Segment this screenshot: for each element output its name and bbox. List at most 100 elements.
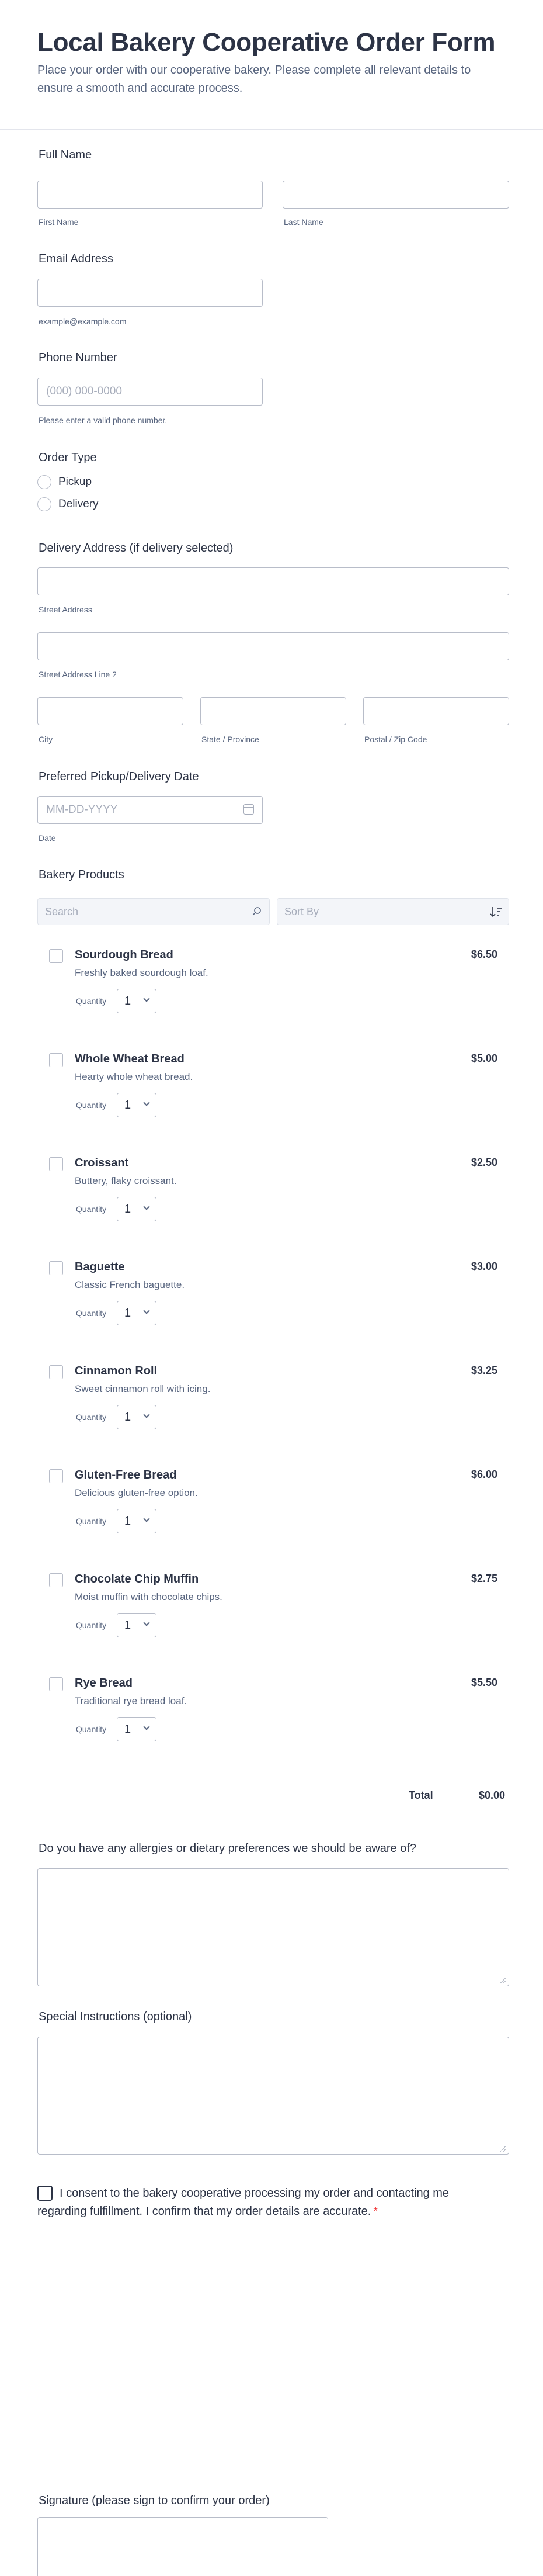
quantity-select[interactable]: 1 [117,1405,156,1429]
quantity-select[interactable]: 1 [117,1613,156,1637]
zip-input[interactable] [363,697,509,725]
state-sublabel: State / Province [201,735,259,744]
quantity-value: 1 [124,995,131,1007]
search-icon [252,907,261,916]
email-input[interactable] [37,279,263,307]
quantity-label: Quantity [76,1204,107,1214]
product-description: Classic French baguette. [75,1279,185,1290]
product-name: Croissant [75,1157,129,1169]
product-item: Baguette Classic French baguette. $3.00 … [37,1244,509,1348]
quantity-label: Quantity [76,1621,107,1630]
quantity-value: 1 [124,1411,131,1424]
radio-delivery[interactable] [37,497,51,511]
order-type-delivery[interactable]: Delivery [37,497,99,511]
signature-pad[interactable] [37,2517,328,2576]
product-description: Hearty whole wheat bread. [75,1071,193,1082]
product-name: Chocolate Chip Muffin [75,1573,199,1585]
product-name: Rye Bread [75,1677,133,1689]
product-checkbox[interactable] [49,1365,63,1379]
order-type-pickup[interactable]: Pickup [37,475,92,489]
quantity-label: Quantity [76,1308,107,1318]
phone-input[interactable]: (000) 000-0000 [37,378,263,406]
product-description: Traditional rye bread loaf. [75,1695,187,1706]
product-price: $2.75 [471,1573,497,1584]
date-label: Preferred Pickup/Delivery Date [39,770,199,783]
chevron-down-icon [143,1515,150,1522]
consent-label: I consent to the bakery cooperative proc… [37,2187,450,2218]
product-name: Baguette [75,1261,125,1273]
state-input[interactable] [200,697,346,725]
product-price: $3.00 [471,1261,497,1272]
quantity-value: 1 [124,1203,131,1216]
product-description: Freshly baked sourdough loaf. [75,967,208,978]
last-name-sublabel: Last Name [284,217,323,227]
resize-handle-icon[interactable] [500,2146,506,2152]
quantity-select[interactable]: 1 [117,1301,156,1325]
product-description: Moist muffin with chocolate chips. [75,1591,222,1602]
pickup-label: Pickup [58,476,92,488]
street2-input[interactable] [37,632,509,660]
quantity-value: 1 [124,1307,131,1320]
chevron-down-icon [143,1723,150,1730]
instructions-textarea[interactable] [37,2037,509,2155]
delivery-label: Delivery [58,498,99,510]
resize-handle-icon[interactable] [500,1978,506,1983]
quantity-label: Quantity [76,1412,107,1422]
quantity-select[interactable]: 1 [117,989,156,1013]
product-sort-select[interactable]: Sort By [277,898,509,925]
chevron-down-icon [143,1203,150,1210]
product-item: Chocolate Chip Muffin Moist muffin with … [37,1556,509,1660]
quantity-select[interactable]: 1 [117,1197,156,1221]
calendar-icon[interactable] [243,804,254,815]
sort-icon [490,907,502,917]
date-input[interactable]: MM-DD-YYYY [37,796,263,824]
sort-placeholder: Sort By [284,906,319,917]
product-checkbox[interactable] [49,1261,63,1275]
phone-sublabel: Please enter a valid phone number. [39,416,168,425]
phone-placeholder: (000) 000-0000 [46,385,122,397]
product-item: Cinnamon Roll Sweet cinnamon roll with i… [37,1348,509,1452]
required-mark: * [373,2205,378,2218]
order-type-label: Order Type [39,451,97,464]
product-price: $6.50 [471,948,497,960]
product-name: Sourdough Bread [75,948,173,961]
product-price: $5.50 [471,1677,497,1688]
phone-label: Phone Number [39,351,117,364]
chevron-down-icon [143,1411,150,1418]
search-placeholder: Search [45,906,79,917]
product-item: Croissant Buttery, flaky croissant. $2.5… [37,1140,509,1244]
product-checkbox[interactable] [49,949,63,963]
email-label: Email Address [39,252,113,265]
quantity-value: 1 [124,1515,131,1528]
first-name-input[interactable] [37,181,263,209]
date-placeholder: MM-DD-YYYY [46,804,118,816]
allergies-label: Do you have any allergies or dietary pre… [39,1842,417,1855]
product-price: $2.50 [471,1157,497,1168]
product-checkbox[interactable] [49,1573,63,1587]
email-sublabel: example@example.com [39,317,127,326]
product-item: Rye Bread Traditional rye bread loaf. $5… [37,1660,509,1764]
radio-pickup[interactable] [37,475,51,489]
street-input[interactable] [37,567,509,595]
last-name-input[interactable] [283,181,509,209]
product-checkbox[interactable] [49,1053,63,1067]
product-search-input[interactable]: Search [37,898,270,925]
product-price: $5.00 [471,1052,497,1064]
quantity-select[interactable]: 1 [117,1093,156,1117]
product-item: Gluten-Free Bread Delicious gluten-free … [37,1452,509,1556]
product-checkbox[interactable] [49,1469,63,1483]
products-label: Bakery Products [39,868,124,881]
product-checkbox[interactable] [49,1677,63,1691]
product-name: Whole Wheat Bread [75,1052,185,1065]
first-name-sublabel: First Name [39,217,79,227]
zip-sublabel: Postal / Zip Code [364,735,427,744]
quantity-label: Quantity [76,1725,107,1734]
street2-sublabel: Street Address Line 2 [39,670,117,679]
chevron-down-icon [143,1619,150,1626]
product-checkbox[interactable] [49,1157,63,1171]
product-price: $3.25 [471,1365,497,1376]
quantity-select[interactable]: 1 [117,1717,156,1741]
quantity-select[interactable]: 1 [117,1509,156,1533]
city-input[interactable] [37,697,183,725]
allergies-textarea[interactable] [37,1868,509,1986]
